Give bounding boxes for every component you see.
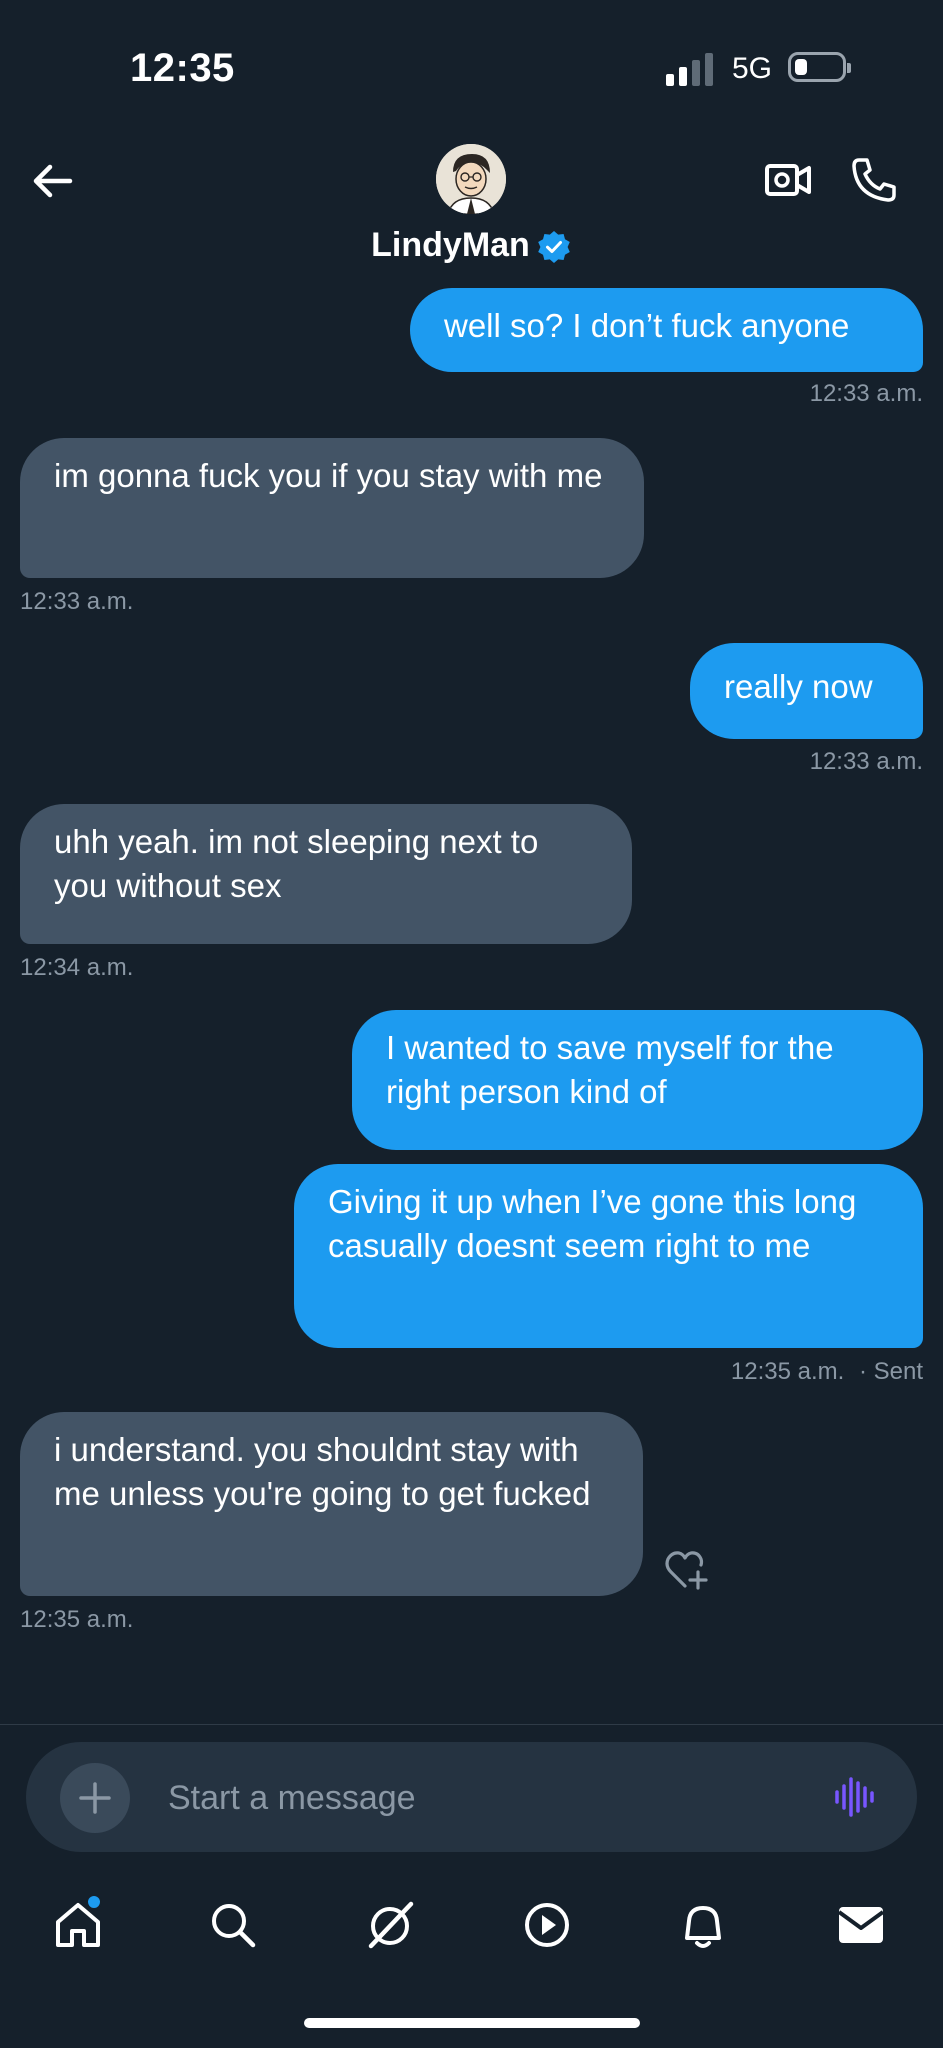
audio-waveform-icon [835,1777,874,1817]
message-composer [26,1742,917,1852]
signal-icon [666,52,716,86]
bell-icon [685,1906,721,1948]
react-button[interactable] [664,1548,710,1592]
video-camera-icon [765,164,811,196]
verified-badge-icon [538,231,570,264]
message-thread: well so? I don’t fuck anyone 12:33 a.m. … [0,280,943,1720]
message-bubble-sent[interactable]: Giving it up when I’ve gone this long ca… [294,1164,923,1348]
plus-icon [79,1782,111,1814]
message-timestamp: 12:33 a.m. [20,588,134,615]
back-button[interactable] [28,156,78,206]
grok-icon [368,1901,414,1949]
message-text: I wanted to save myself for the right pe… [386,1029,834,1110]
message-bubble-sent[interactable]: well so? I don’t fuck anyone [410,288,923,372]
video-call-button[interactable] [764,158,812,202]
avatar[interactable] [436,144,506,214]
arrow-left-icon [33,164,73,198]
voice-message-button[interactable] [834,1777,878,1817]
network-label: 5G [732,52,773,85]
nav-notifications[interactable] [668,1890,738,1960]
video-play-icon [525,1903,569,1947]
message-bubble-received[interactable]: i understand. you shouldnt stay with me … [20,1412,643,1596]
home-indicator[interactable] [304,2018,640,2028]
contact-name: LindyMan [371,226,530,264]
bottom-nav [0,1890,943,1960]
message-bubble-received[interactable]: uhh yeah. im not sleeping next to you wi… [20,804,632,944]
message-input[interactable] [166,1764,790,1832]
add-attachment-button[interactable] [60,1763,130,1833]
message-text: really now [724,668,873,705]
message-bubble-sent[interactable]: really now [690,643,923,739]
message-status: · Sent [858,1358,923,1385]
status-bar: 12:35 5G [0,0,943,130]
nav-home[interactable] [43,1890,113,1960]
contact-name-row[interactable]: LindyMan [0,226,943,265]
message-text: Giving it up when I’ve gone this long ca… [328,1183,857,1264]
message-bubble-received[interactable]: im gonna fuck you if you stay with me [20,438,644,578]
status-time: 12:35 [130,46,235,90]
battery-icon [788,52,851,82]
composer-divider [0,1724,943,1725]
conversation-header: LindyMan [0,130,943,280]
phone-icon [852,158,896,202]
notification-dot [86,1894,102,1910]
voice-call-button[interactable] [850,156,898,204]
message-text: i understand. you shouldnt stay with me … [54,1431,591,1512]
message-timestamp: 12:33 a.m. [809,380,923,407]
message-timestamp: 12:35 a.m. [20,1606,134,1633]
nav-messages[interactable] [826,1890,896,1960]
search-icon [212,1904,256,1948]
message-text: well so? I don’t fuck anyone [444,307,850,344]
message-timestamp: 12:34 a.m. [20,954,134,981]
nav-grok[interactable] [355,1890,425,1960]
nav-video[interactable] [512,1890,582,1960]
avatar-cartoon-icon [436,144,506,214]
message-text: uhh yeah. im not sleeping next to you wi… [54,823,539,904]
message-timestamp: 12:35 a.m. [730,1358,845,1385]
mail-icon [837,1907,885,1943]
heart-plus-icon [665,1551,708,1590]
message-bubble-sent[interactable]: I wanted to save myself for the right pe… [352,1010,923,1150]
nav-search[interactable] [198,1890,268,1960]
message-timestamp-row: 12:35 a.m. · Sent [731,1358,923,1386]
message-timestamp: 12:33 a.m. [809,748,923,775]
message-text: im gonna fuck you if you stay with me [54,457,603,494]
